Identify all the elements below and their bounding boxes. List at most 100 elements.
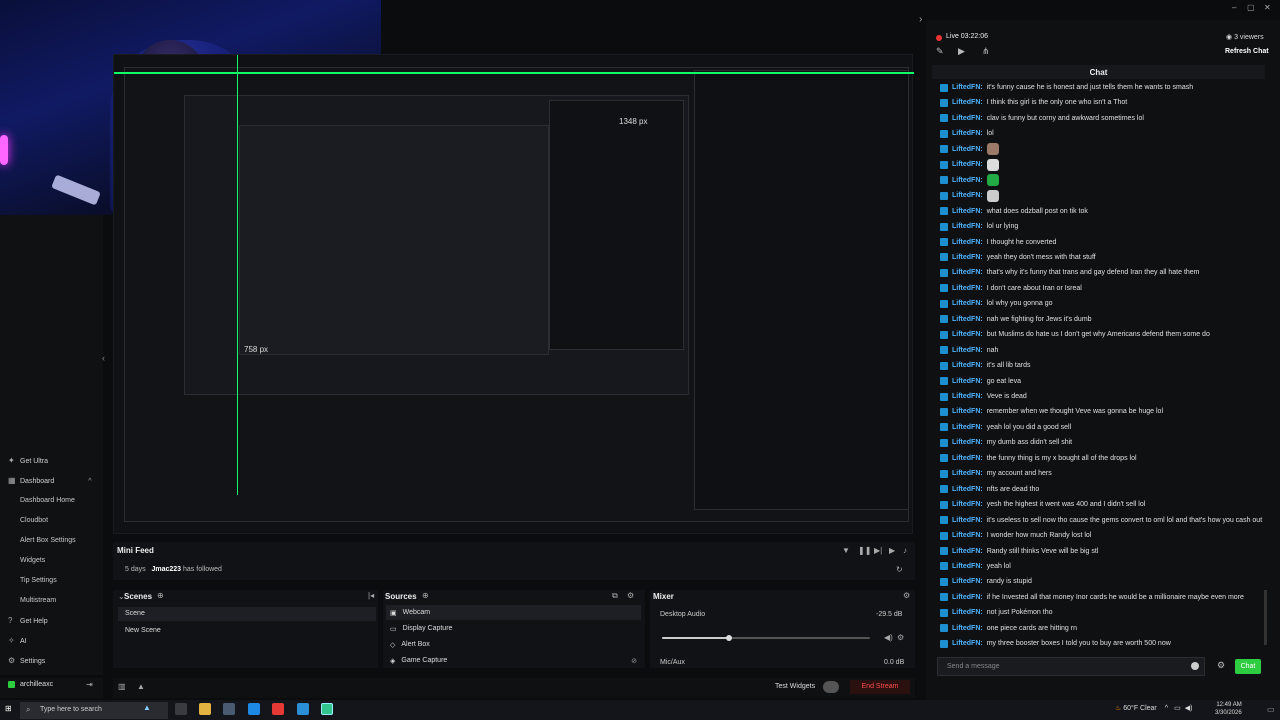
desktop-slider-knob[interactable] [725,635,732,641]
nav-widgets[interactable]: Widgets [20,557,45,564]
refresh-chat-button[interactable]: Refresh Chat [1225,48,1269,55]
chat-username[interactable]: LiftedFN: [952,439,983,446]
chat-username[interactable]: LiftedFN: [952,115,983,122]
scene-item[interactable]: Scene [118,607,376,621]
source-item-game[interactable]: ◈ Game Capture ⊘ [386,653,641,668]
chat-username[interactable]: LiftedFN: [952,578,983,585]
nav-settings[interactable]: ⚙ Settings [8,657,45,665]
chat-username[interactable]: LiftedFN: [952,625,983,632]
chat-username[interactable]: LiftedFN: [952,239,983,246]
add-scene-icon[interactable]: ⊕ [157,591,164,600]
source-item-display[interactable]: ▭ Display Capture [386,621,641,636]
filter-icon[interactable]: ▼ [842,546,850,555]
stats-icon[interactable]: ▥ [118,682,126,691]
chat-username[interactable]: LiftedFN: [952,424,983,431]
expand-chat-icon[interactable]: › [919,14,922,25]
minimize-icon[interactable]: – [1232,3,1236,12]
chat-username[interactable]: LiftedFN: [952,408,983,415]
refresh-feed-icon[interactable]: ↻ [896,565,903,574]
tray-arrow-icon[interactable]: ^ [1165,705,1168,712]
notifications-icon[interactable]: ▭ [1267,705,1275,714]
nav-get-ultra[interactable]: ✦ Get Ultra [8,457,48,465]
chat-username[interactable]: LiftedFN: [952,640,983,647]
chat-settings-icon[interactable]: ⚙ [1217,660,1225,671]
test-widgets-label[interactable]: Test Widgets [775,683,815,690]
add-source-icon[interactable]: ⊕ [422,591,429,600]
source-item-webcam[interactable]: ▣ Webcam [386,605,641,620]
nav-tip-settings[interactable]: Tip Settings [20,577,57,584]
source-settings-icon[interactable]: ⧉ [612,591,618,601]
collapse-left-icon[interactable]: |◂ [368,591,374,600]
chat-username[interactable]: LiftedFN: [952,331,983,338]
chat-username[interactable]: LiftedFN: [952,285,983,292]
chat-username[interactable]: LiftedFN: [952,130,983,137]
nav-dashboard-home[interactable]: Dashboard Home [20,497,75,504]
streamlabs-icon[interactable] [321,703,333,715]
chat-username[interactable]: LiftedFN: [952,300,983,307]
chat-username[interactable]: LiftedFN: [952,362,983,369]
nav-ai[interactable]: ✧ AI [8,637,27,645]
chat-username[interactable]: LiftedFN: [952,208,983,215]
next-icon[interactable]: ▶ [889,546,895,555]
file-explorer-icon[interactable] [199,703,211,715]
weather-widget[interactable]: ♨ 60°F Clear ^ ▭ ◀) [1115,704,1192,712]
nav-multistream[interactable]: Multistream [20,597,56,604]
volume-icon[interactable]: ♪ [903,546,907,555]
chat-username[interactable]: LiftedFN: [952,563,983,570]
close-icon[interactable]: ✕ [1264,3,1271,12]
logout-icon[interactable]: ⇥ [86,680,93,689]
windows-start-icon[interactable]: ⊞ [5,704,12,713]
mixer-settings-icon[interactable]: ⚙ [903,591,910,600]
chat-username[interactable]: LiftedFN: [952,99,983,106]
chat-username[interactable]: LiftedFN: [952,486,983,493]
chat-username[interactable]: LiftedFN: [952,177,983,184]
speaker-icon[interactable]: ◀) [884,633,893,642]
chat-input[interactable]: Send a message [937,657,1205,676]
chat-username[interactable]: LiftedFN: [952,347,983,354]
chat-username[interactable]: LiftedFN: [952,316,983,323]
chat-username[interactable]: LiftedFN: [952,609,983,616]
volume-tray-icon[interactable]: ◀) [1185,705,1193,712]
end-stream-button[interactable]: End Stream [850,680,910,694]
test-widgets-toggle[interactable] [823,681,839,693]
scene-item[interactable]: New Scene [118,624,376,638]
chat-username[interactable]: LiftedFN: [952,517,983,524]
chat-username[interactable]: LiftedFN: [952,548,983,555]
network-icon[interactable]: ▭ [1174,705,1181,712]
chat-scrollbar[interactable] [1264,590,1267,645]
record-icon[interactable]: ▲ [137,682,145,691]
cortana-icon[interactable]: ▲ [143,703,151,712]
collapse-sidebar-icon[interactable]: ‹ [102,353,105,363]
chat-username[interactable]: LiftedFN: [952,269,983,276]
store-icon[interactable] [223,703,235,715]
audio-gear-icon[interactable]: ⚙ [897,633,904,642]
share-icon[interactable]: ⋔ [982,46,990,57]
task-view-icon[interactable] [175,703,187,715]
edge-icon[interactable] [248,703,260,715]
source-props-icon[interactable]: ⚙ [627,591,634,600]
chat-username[interactable]: LiftedFN: [952,393,983,400]
emoji-icon[interactable] [1191,662,1199,670]
chat-username[interactable]: LiftedFN: [952,223,983,230]
chat-username[interactable]: LiftedFN: [952,146,983,153]
hidden-eye-icon[interactable]: ⊘ [631,657,637,665]
edit-icon[interactable]: ✎ [936,46,944,57]
opera-icon[interactable] [272,703,284,715]
skip-icon[interactable]: ▶| [874,546,882,555]
pause-icon[interactable]: ❚❚ [858,546,871,555]
maximize-icon[interactable]: ▢ [1247,3,1255,12]
nav-alert-box-settings[interactable]: Alert Box Settings [20,537,76,544]
system-clock[interactable]: 12:49 AM 3/30/2026 [1215,701,1242,717]
source-item-alertbox[interactable]: ◇ Alert Box [386,637,641,652]
chat-username[interactable]: LiftedFN: [952,470,983,477]
chat-username[interactable]: LiftedFN: [952,532,983,539]
nav-get-help[interactable]: ? Get Help [8,617,48,625]
chat-username[interactable]: LiftedFN: [952,161,983,168]
nav-cloudbot[interactable]: Cloudbot [20,517,48,524]
chat-username[interactable]: LiftedFN: [952,192,983,199]
chat-username[interactable]: LiftedFN: [952,84,983,91]
nav-dashboard[interactable]: ▦ Dashboard ^ [8,477,92,485]
browser-icon[interactable] [297,703,309,715]
clip-icon[interactable]: ▶ [958,46,965,57]
chat-username[interactable]: LiftedFN: [952,455,983,462]
